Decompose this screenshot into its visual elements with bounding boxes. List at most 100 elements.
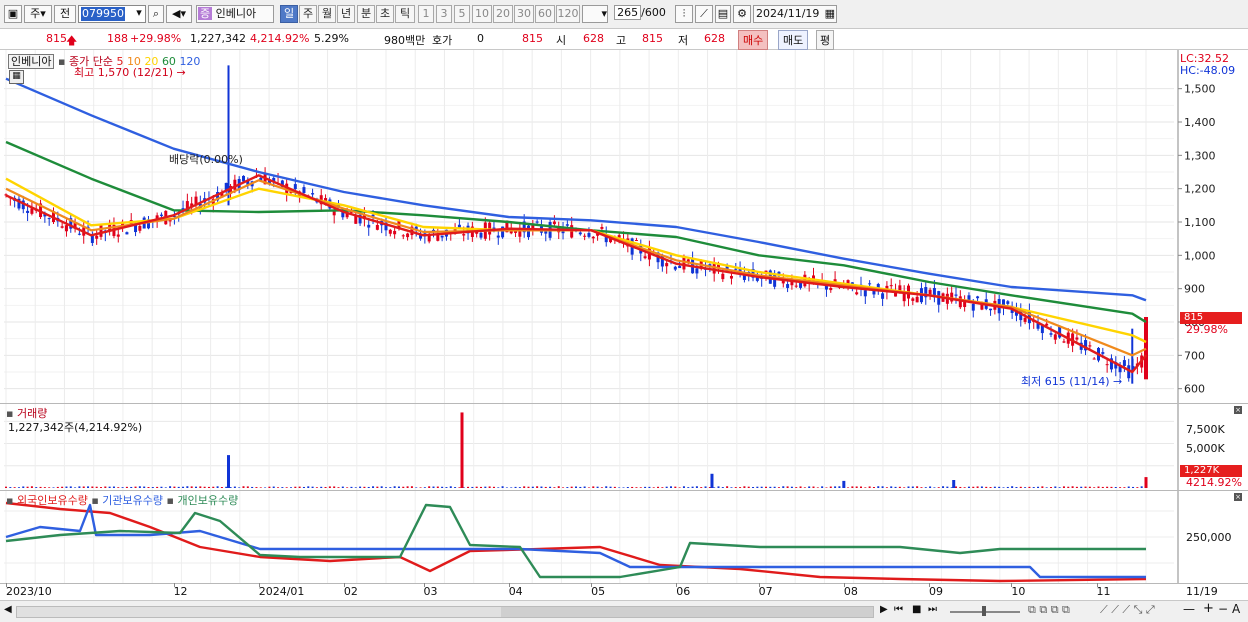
volume-bar [976, 486, 979, 488]
volume-bar [510, 487, 513, 488]
x-tick [1096, 583, 1098, 587]
stop-icon[interactable]: ■ [912, 604, 921, 615]
gear-icon[interactable]: ⚙ [733, 5, 751, 23]
volume-value: 1,227,342 [190, 32, 246, 45]
candle-body [60, 226, 64, 228]
volume-bar [523, 486, 526, 488]
interval-button[interactable]: 120 [556, 5, 580, 23]
volume-bar [147, 487, 150, 488]
window-menu-icon[interactable]: ▣ [4, 5, 22, 23]
draw-tools-icons[interactable]: ⟋ ⟋ ⟋ ⤡ ⤢ [1100, 603, 1155, 617]
interval-button[interactable]: 1 [418, 5, 434, 23]
volume-bar [380, 486, 383, 488]
stock-badge: 증 [198, 7, 213, 20]
scrollbar[interactable] [16, 606, 874, 618]
candle-body [125, 232, 129, 235]
scroll-right-icon[interactable]: ▶ [880, 604, 888, 615]
scroll-left-icon[interactable]: ◀ [4, 604, 12, 615]
volume-bar [1136, 487, 1139, 488]
volume-bar [359, 486, 362, 488]
volume-bar [397, 486, 400, 488]
x-tick [1011, 583, 1013, 587]
volume-bar [125, 486, 128, 488]
zoom-in-icon[interactable]: + [1203, 601, 1214, 616]
period-minute-button[interactable]: 분 [357, 5, 375, 23]
zoom-out-icon[interactable]: — [1183, 602, 1195, 616]
volume-bar [786, 486, 789, 488]
period-year-button[interactable]: 년 [337, 5, 355, 23]
volume-bar [458, 487, 461, 488]
period-second-button[interactable]: 초 [376, 5, 394, 23]
count-value[interactable]: 265 [614, 5, 642, 20]
prev-button[interactable]: 전 [54, 5, 76, 23]
interval-button[interactable]: 3 [436, 5, 452, 23]
candle-body [535, 221, 539, 223]
volume-bar [48, 487, 51, 488]
x-tick [343, 583, 345, 587]
volume-bar [475, 486, 478, 488]
layout-icons[interactable]: ⧉ ⧉ ⧉ ⧉ [1028, 603, 1070, 617]
volume-bar [1002, 487, 1005, 488]
price-chart[interactable]: 1,5001,4001,3001,2001,1001,0009008007006… [0, 50, 1248, 404]
institution-holdings-label: 기관보유수량 [102, 494, 164, 507]
buy-button[interactable]: 매수 [738, 30, 769, 50]
font-size-icon[interactable]: A [1232, 602, 1240, 616]
candle-body [47, 218, 51, 220]
candle-body [1101, 352, 1105, 354]
date-picker[interactable]: 2024/11/19 ▦ [753, 5, 837, 23]
draw-line-icon[interactable]: ⟋ [695, 5, 713, 23]
forward-icon[interactable]: ⏭ [928, 604, 937, 615]
candle-body [544, 231, 548, 234]
volume-chart[interactable] [0, 404, 1248, 490]
period-month-button[interactable]: 월 [318, 5, 336, 23]
eval-button[interactable]: 평 [816, 30, 835, 50]
volume-readout: 1,227,342주(4,214.92%) [8, 421, 143, 434]
interval-button[interactable]: 30 [514, 5, 534, 23]
search-icon[interactable]: ⌕ [148, 5, 164, 23]
zoom-slider-handle[interactable] [982, 606, 986, 616]
sell-button[interactable]: 매도 [778, 30, 809, 50]
shrink-icon[interactable]: − [1218, 602, 1228, 616]
stock-name-box[interactable]: 증 인베니아 [196, 5, 274, 23]
close-pane-icon[interactable]: × [1234, 406, 1242, 414]
volume-bar [225, 486, 228, 488]
volume-bar [9, 487, 12, 488]
volume-bar [5, 486, 7, 488]
candle-body [729, 275, 733, 279]
volume-bar [864, 487, 867, 488]
period-day-button[interactable]: 일 [280, 5, 298, 23]
hc-value: HC:-48.09 [1180, 64, 1236, 77]
code-dropdown-icon[interactable]: ▾ [132, 5, 146, 23]
y-tick-label: 1,200 [1184, 183, 1216, 196]
candle-body [302, 187, 306, 193]
close-pane-icon[interactable]: × [1234, 493, 1242, 501]
rewind-icon[interactable]: ⏮ [894, 604, 903, 615]
volume-bar [1084, 486, 1087, 488]
volume-bar [156, 486, 159, 488]
interval-button[interactable]: 20 [493, 5, 513, 23]
volume-bar [65, 486, 68, 488]
volume-bar [199, 486, 202, 488]
interval-dropdown[interactable]: ▾ [582, 5, 608, 23]
candle-body [26, 210, 30, 213]
volume-tick: 7,500K [1186, 423, 1225, 436]
market-select[interactable]: 주▾ [24, 5, 52, 23]
interval-button[interactable]: 10 [472, 5, 492, 23]
volume-bar [518, 487, 521, 488]
volume-bar [497, 487, 500, 488]
period-week-button[interactable]: 주 [299, 5, 317, 23]
volume-bar [17, 487, 20, 488]
scrollbar-thumb[interactable] [501, 607, 873, 617]
candle-icon[interactable]: ⫶ [675, 5, 693, 23]
volume-bar [812, 486, 815, 488]
stock-name-tag[interactable]: 인베니아 [8, 54, 55, 69]
volume-bar [1050, 487, 1052, 488]
interval-button[interactable]: 5 [454, 5, 470, 23]
save-icon[interactable]: ▤ [715, 5, 731, 23]
zoom-slider[interactable] [950, 606, 1020, 616]
table-icon[interactable]: ▦ [9, 70, 24, 84]
volume-bar [600, 487, 603, 488]
interval-button[interactable]: 60 [535, 5, 555, 23]
speaker-icon[interactable]: ◀▾ [166, 5, 192, 23]
period-tick-button[interactable]: 틱 [395, 5, 415, 23]
